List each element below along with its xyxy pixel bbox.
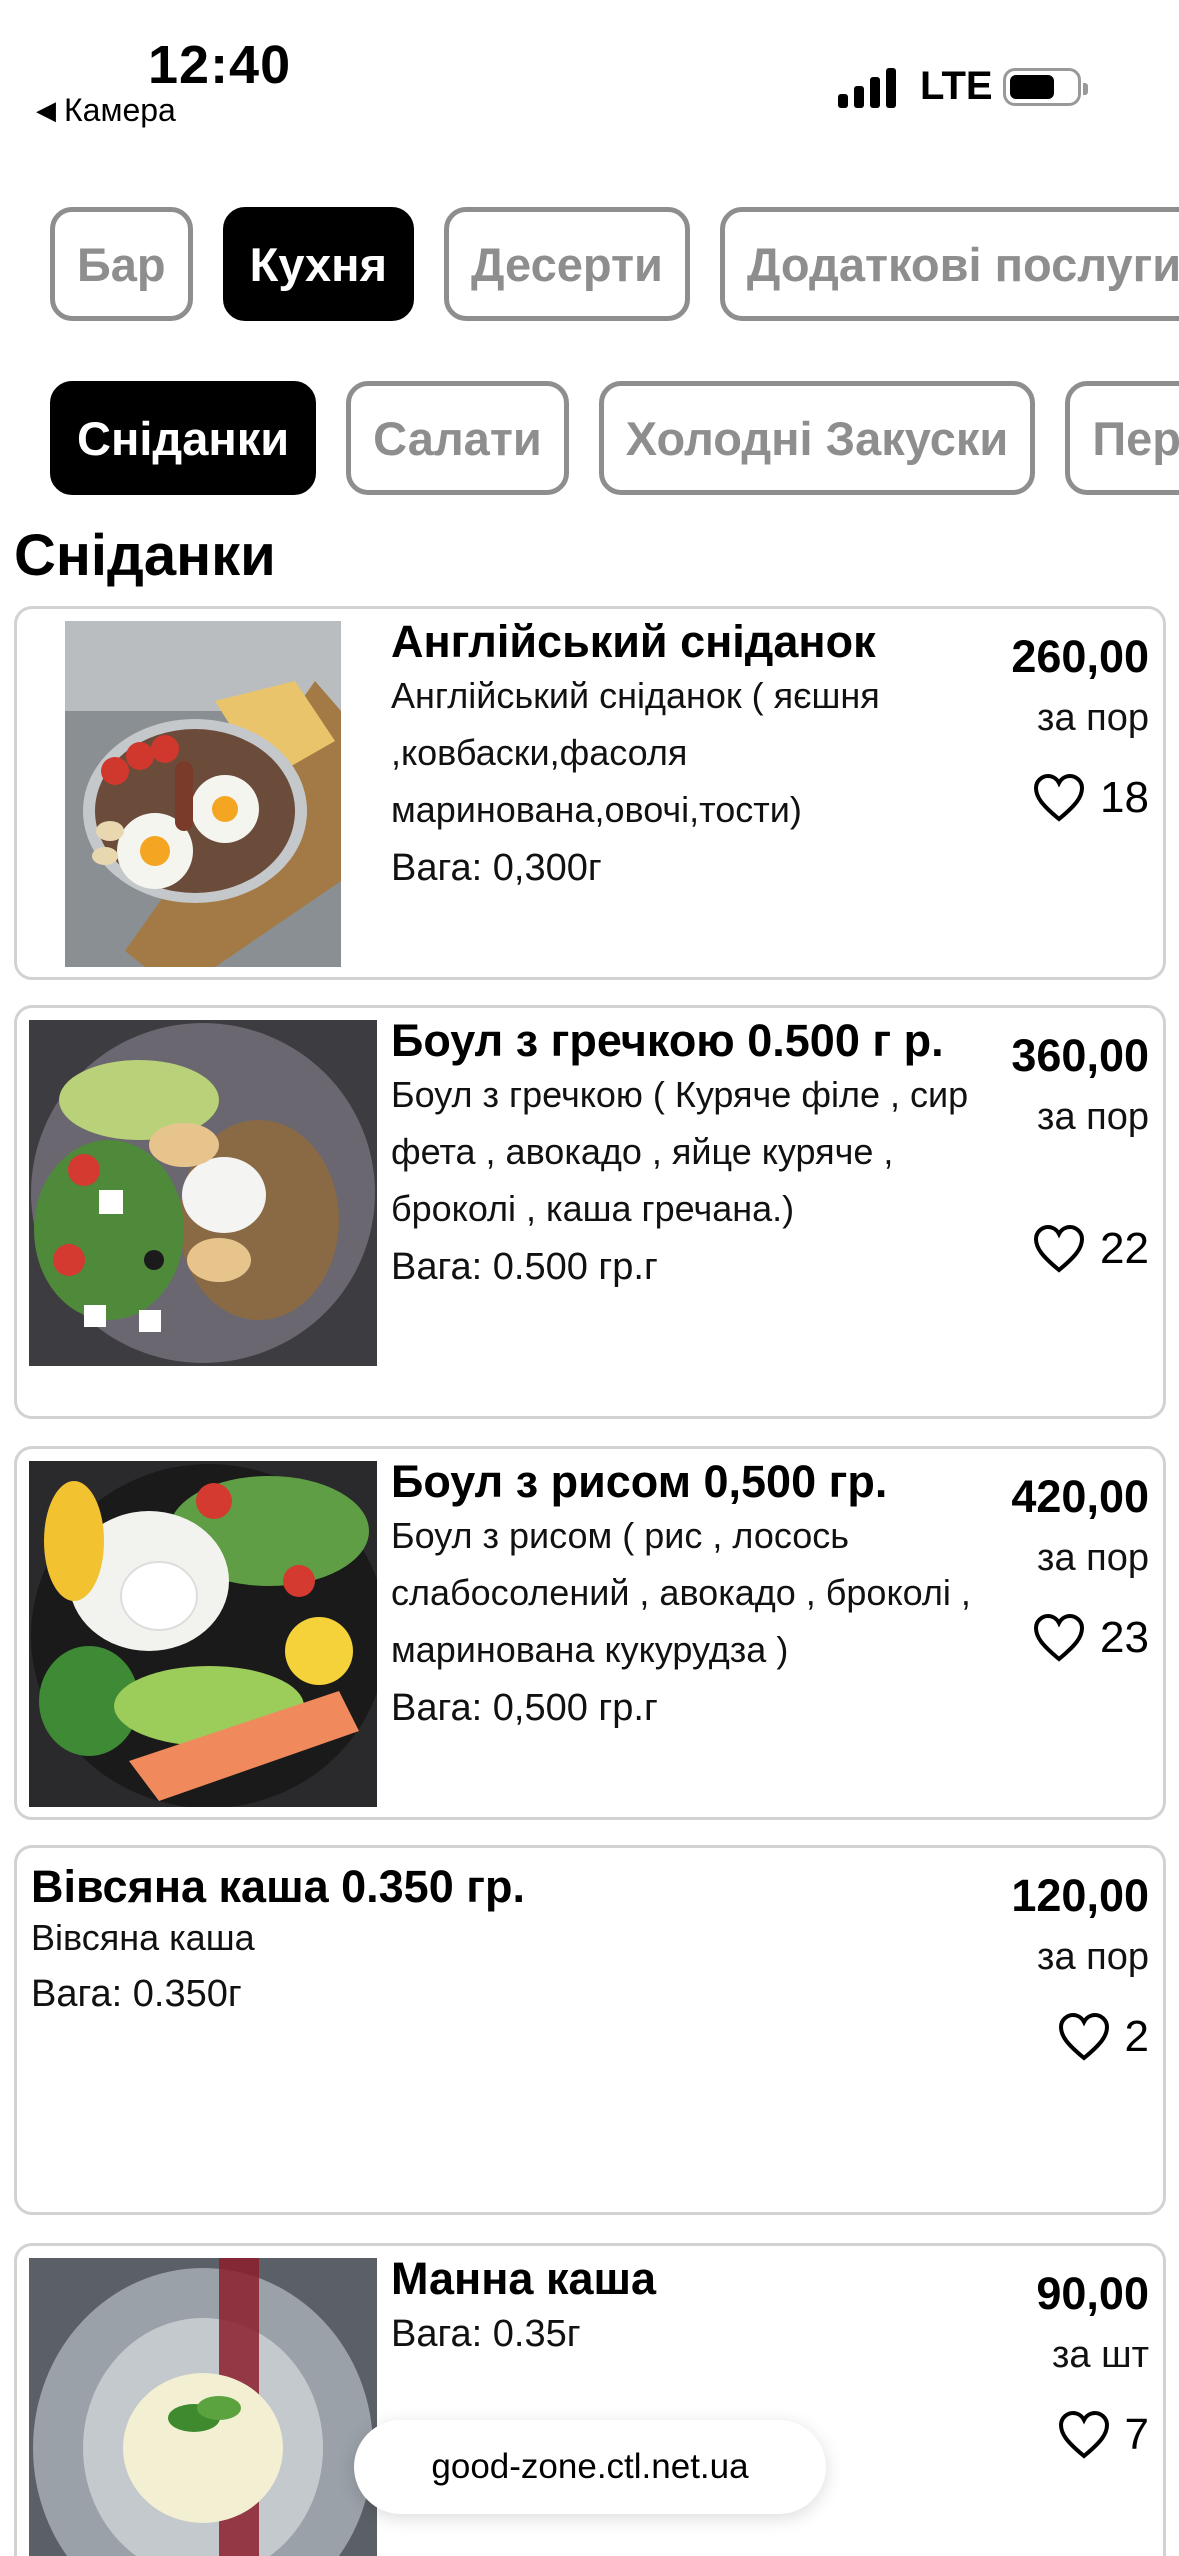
heart-outline-icon: [1034, 773, 1085, 822]
item-weight: Вага: 0,300г: [391, 847, 602, 889]
heart-outline-icon: [1058, 2012, 1109, 2061]
item-price: 90,00: [1036, 2268, 1149, 2319]
heart-outline-icon: [1034, 1613, 1085, 1662]
english-breakfast-photo: [65, 621, 341, 967]
like-count: 2: [1124, 2012, 1149, 2061]
subtab-cold-appetizers[interactable]: Холодні Закуски: [598, 381, 1036, 495]
item-weight: Вага: 0.35г: [391, 2313, 581, 2355]
item-price: 420,00: [1011, 1471, 1149, 1522]
menu-item-card[interactable]: Вівсяна каша 0.350 гр. Вівсяна каша Вага…: [14, 1845, 1166, 2215]
tab-kitchen[interactable]: Кухня: [222, 207, 414, 321]
like-count: 23: [1100, 1613, 1149, 1662]
item-price: 260,00: [1011, 631, 1149, 682]
item-description: Вівсяна каша: [31, 1917, 255, 1958]
buckwheat-bowl-photo: [29, 1020, 377, 1366]
like-count: 22: [1100, 1224, 1149, 1273]
rice-bowl-photo: [29, 1461, 377, 1807]
tab-bar[interactable]: Бар: [50, 207, 193, 321]
like-count: 7: [1124, 2410, 1149, 2459]
item-description: Боул з гречкою ( Куряче філе , сир фета …: [391, 1074, 969, 1229]
menu-item-card[interactable]: Боул з гречкою 0.500 г р. Боул з гречкою…: [14, 1005, 1166, 1419]
item-name: Вівсяна каша 0.350 гр.: [31, 1861, 525, 1912]
like-button[interactable]: 2: [1057, 2012, 1149, 2062]
item-description: Боул з рисом ( рис , лосось слабосолений…: [391, 1515, 971, 1670]
back-to-app-link[interactable]: ◀ Камера: [36, 92, 176, 129]
battery-icon: [1003, 68, 1088, 106]
item-name: Боул з гречкою 0.500 г р.: [391, 1015, 944, 1066]
status-time: 12:40: [148, 35, 292, 95]
back-app-label: Камера: [64, 92, 176, 128]
subtab-salads[interactable]: Салати: [346, 381, 569, 495]
item-weight: Вага: 0.350г: [31, 1973, 242, 2015]
item-unit: за пор: [1037, 1936, 1149, 1978]
item-name: Боул з рисом 0,500 гр.: [391, 1456, 888, 1507]
back-triangle-icon: ◀: [36, 95, 56, 125]
item-name: Англійський сніданок: [391, 616, 876, 667]
item-unit: за шт: [1051, 2334, 1149, 2376]
tab-desserts[interactable]: Десерти: [444, 207, 690, 321]
heart-outline-icon: [1058, 2410, 1109, 2459]
subcategory-tabs: Сніданки Салати Холодні Закуски Пер: [50, 381, 1179, 495]
menu-item-card[interactable]: Боул з рисом 0,500 гр. Боул з рисом ( ри…: [14, 1446, 1166, 1820]
item-unit: за пор: [1037, 1537, 1149, 1579]
like-button[interactable]: 18: [1032, 773, 1149, 823]
tab-extra-services[interactable]: Додаткові послуги: [719, 207, 1179, 321]
item-weight: Вага: 0,500 гр.г: [391, 1687, 658, 1729]
item-price: 360,00: [1011, 1030, 1149, 1081]
url-bar[interactable]: good-zone.ctl.net.ua: [354, 2420, 826, 2514]
item-name: Манна каша: [391, 2253, 657, 2304]
status-bar: 12:40 ◀ Камера LTE: [0, 0, 1179, 150]
heart-outline-icon: [1034, 1224, 1085, 1273]
like-button[interactable]: 7: [1057, 2410, 1149, 2460]
item-unit: за пор: [1037, 697, 1149, 739]
subtab-next[interactable]: Пер: [1065, 381, 1179, 495]
like-button[interactable]: 22: [1032, 1224, 1149, 1274]
cellular-signal-icon: [838, 66, 898, 108]
category-tabs: Бар Кухня Десерти Додаткові послуги: [50, 207, 1179, 321]
url-domain: good-zone.ctl.net.ua: [431, 2447, 749, 2486]
semolina-porridge-photo: [29, 2258, 377, 2556]
subtab-breakfasts[interactable]: Сніданки: [50, 381, 317, 495]
menu-item-card[interactable]: Англійський сніданок Англійський снідано…: [14, 606, 1166, 980]
item-unit: за пор: [1037, 1096, 1149, 1138]
network-type: LTE: [920, 64, 993, 108]
like-count: 18: [1100, 773, 1149, 822]
item-weight: Вага: 0.500 гр.г: [391, 1246, 658, 1288]
section-title: Сніданки: [14, 523, 276, 588]
item-description: Англійський сніданок ( яєшня ,ковбаски,ф…: [391, 675, 880, 830]
item-price: 120,00: [1011, 1870, 1149, 1921]
like-button[interactable]: 23: [1032, 1613, 1149, 1663]
